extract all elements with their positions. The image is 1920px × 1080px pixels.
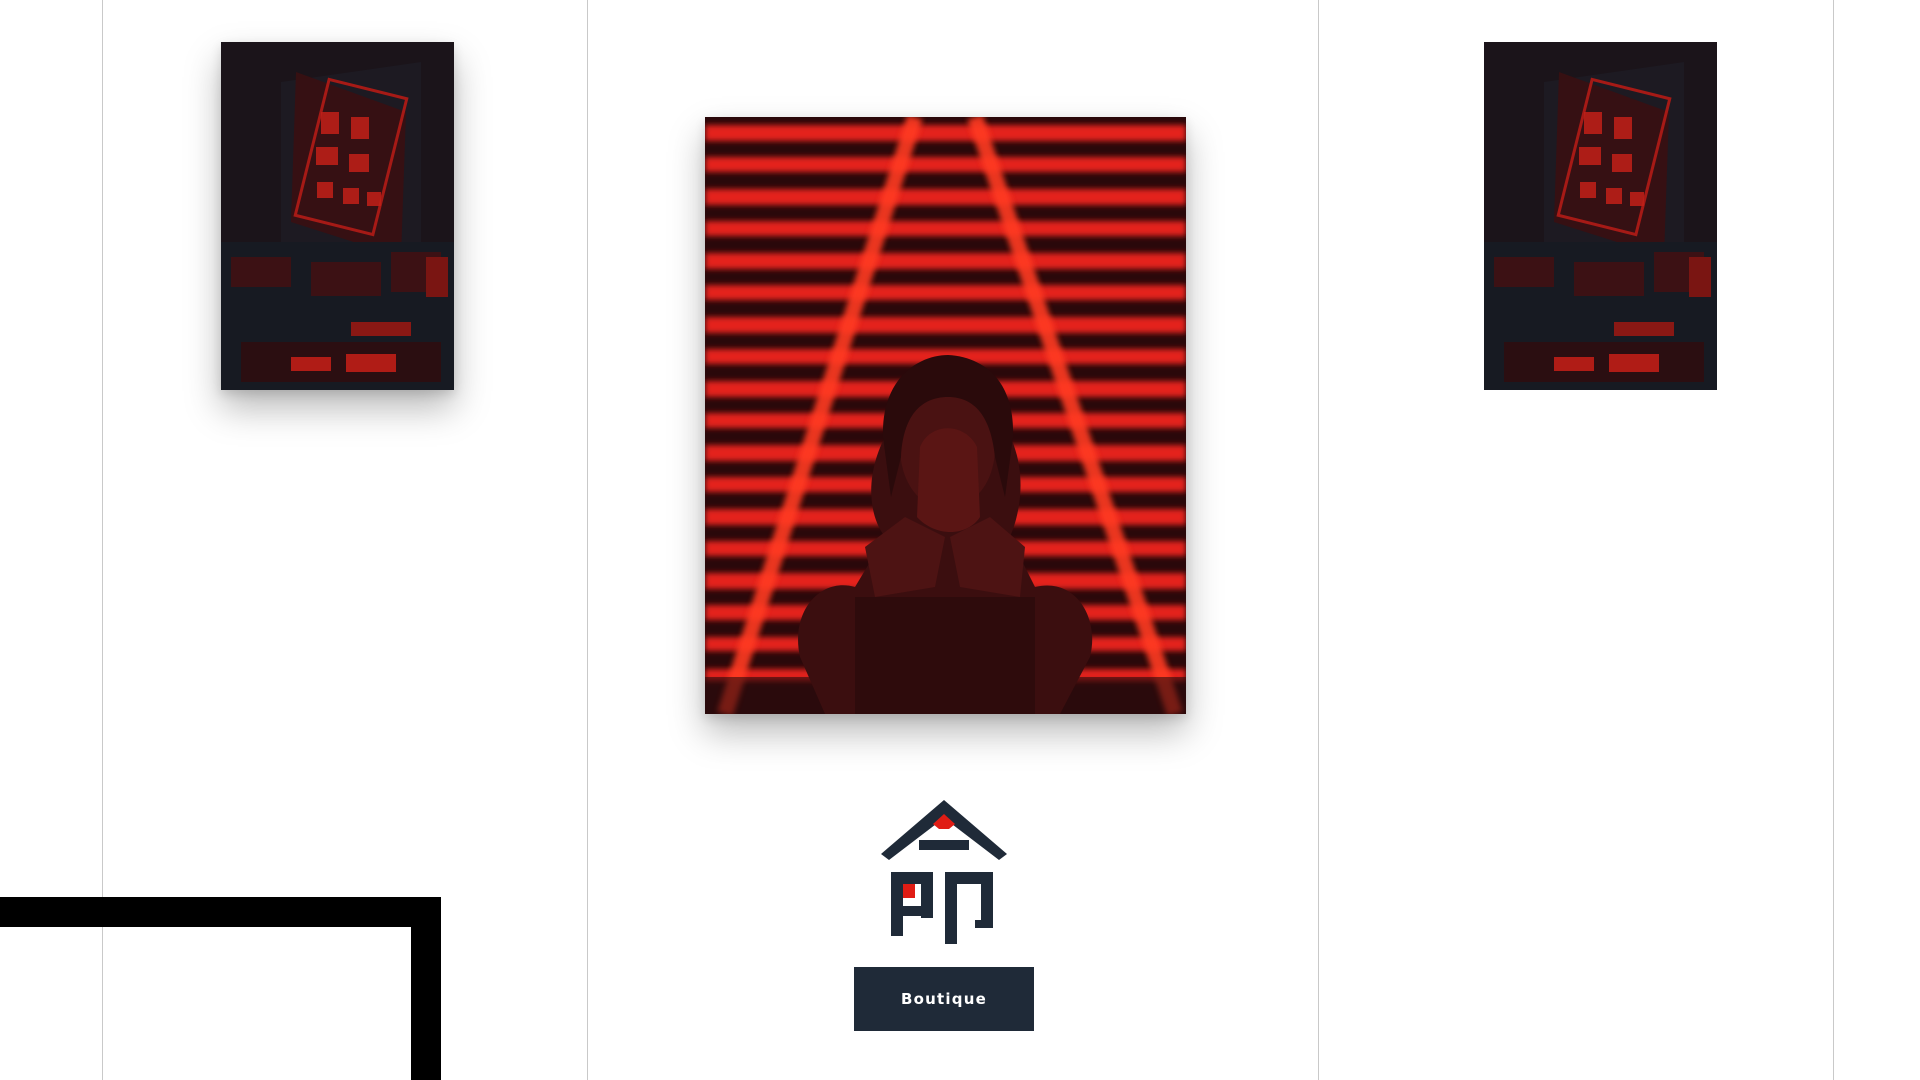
corner-frame [0, 897, 441, 1080]
gallery-photo-left[interactable] [221, 42, 454, 390]
corner-frame-side [411, 897, 441, 1080]
gallery-photo-center[interactable] [705, 117, 1186, 714]
grid-line-2 [587, 0, 588, 1080]
neon-street-image [221, 42, 454, 390]
grid-line-4 [1833, 0, 1834, 1080]
boutique-button[interactable]: Boutique [854, 967, 1034, 1031]
grid-line-3 [1318, 0, 1319, 1080]
corner-frame-top [0, 897, 441, 927]
neon-street-image [1484, 42, 1717, 390]
gallery-photo-right[interactable] [1484, 42, 1717, 390]
hooded-figure-image [705, 117, 1186, 714]
kanji-mei-logo-icon [877, 796, 1011, 944]
